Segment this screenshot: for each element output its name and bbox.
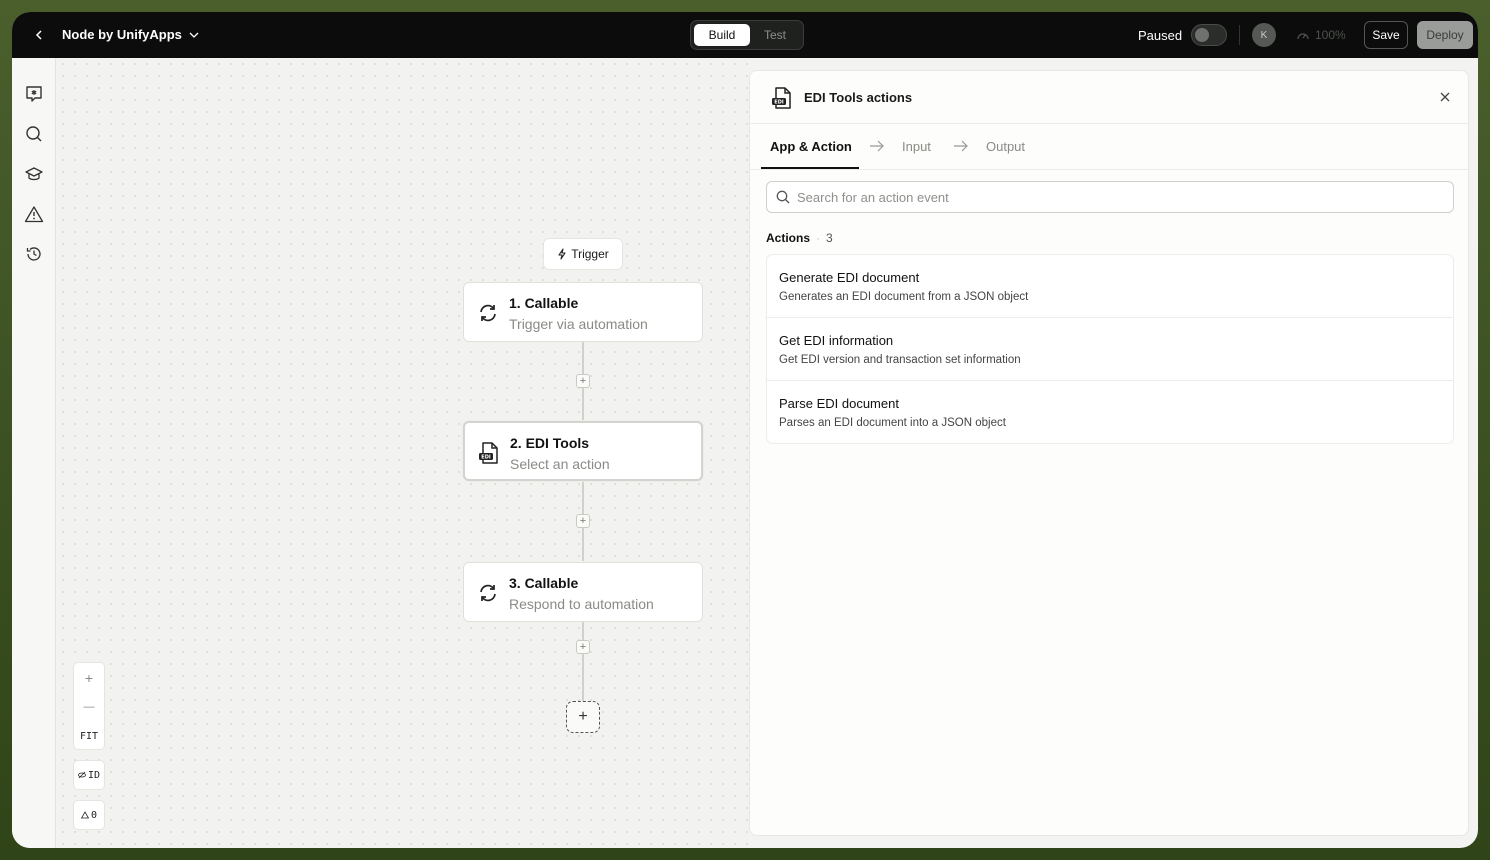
divider xyxy=(1239,25,1240,45)
add-step-button[interactable]: + xyxy=(576,374,590,388)
actions-label: Actions xyxy=(766,231,811,245)
separator-dot: · xyxy=(816,231,821,245)
search-button[interactable] xyxy=(23,123,45,145)
back-button[interactable] xyxy=(28,24,50,46)
deploy-button[interactable]: Deploy xyxy=(1417,21,1473,49)
zoom-out-button[interactable]: — xyxy=(74,693,104,721)
actions-header: Actions · 3 xyxy=(766,231,833,245)
status-label: Paused xyxy=(1138,28,1183,43)
svg-text:EDI: EDI xyxy=(774,100,784,106)
app-window: Node by UnifyApps Build Test Paused K 10… xyxy=(12,12,1478,848)
fit-view-button[interactable]: FIT xyxy=(74,722,104,750)
action-description: Generates an EDI document from a JSON ob… xyxy=(779,291,1029,303)
alert-triangle-icon xyxy=(24,206,44,223)
workflow-node-callable-trigger[interactable]: 1. Callable Trigger via automation xyxy=(463,282,703,342)
panel-title: EDI Tools actions xyxy=(804,90,913,105)
node-subtitle: Respond to automation xyxy=(509,596,654,612)
panel-tabs: App & Action Input Output xyxy=(750,124,1468,170)
action-item-generate-edi[interactable]: Generate EDI document Generates an EDI d… xyxy=(767,255,1453,318)
gauge-icon xyxy=(1297,33,1309,40)
top-bar: Node by UnifyApps Build Test Paused K 10… xyxy=(12,12,1478,58)
close-panel-button[interactable] xyxy=(1436,88,1454,106)
ai-assistant-button[interactable] xyxy=(23,83,45,105)
edi-document-icon: EDI xyxy=(477,441,501,465)
zoom-level: 100% xyxy=(1315,28,1346,42)
workflow-canvas[interactable]: Trigger + + + 1. Callable Trigger via au… xyxy=(57,58,749,848)
mode-switch: Build Test xyxy=(690,20,804,50)
left-rail xyxy=(12,58,56,848)
app-name: Node by UnifyApps xyxy=(62,27,182,42)
sync-icon xyxy=(476,301,500,325)
build-mode-button[interactable]: Build xyxy=(694,24,750,46)
save-button[interactable]: Save xyxy=(1364,21,1408,49)
learn-button[interactable] xyxy=(23,163,45,185)
svg-text:EDI: EDI xyxy=(481,455,491,461)
search-icon xyxy=(776,190,790,204)
arrow-right-icon xyxy=(870,140,884,152)
alert-triangle-icon xyxy=(80,811,89,819)
trigger-button[interactable]: Trigger xyxy=(543,238,623,270)
node-title: 2. EDI Tools xyxy=(510,435,590,451)
action-item-get-edi-info[interactable]: Get EDI information Get EDI version and … xyxy=(767,318,1453,381)
add-step-button[interactable]: + xyxy=(576,514,590,528)
node-title: 3. Callable xyxy=(509,575,579,591)
panel-header: EDI EDI Tools actions xyxy=(750,71,1468,124)
history-icon xyxy=(26,247,41,261)
app-name-dropdown[interactable]: Node by UnifyApps xyxy=(62,27,200,42)
toggle-knob xyxy=(1195,28,1209,42)
trigger-label: Trigger xyxy=(571,247,609,261)
eye-off-icon xyxy=(78,771,86,779)
actions-count: 3 xyxy=(826,231,833,245)
avatar[interactable]: K xyxy=(1252,23,1276,47)
chevron-left-icon xyxy=(35,30,42,40)
node-title: 1. Callable xyxy=(509,295,579,311)
close-icon xyxy=(1440,92,1450,102)
active-tab-indicator xyxy=(761,167,859,169)
connector-line xyxy=(582,621,584,701)
test-mode-button[interactable]: Test xyxy=(750,24,800,46)
action-panel: EDI EDI Tools actions App & Action Input… xyxy=(749,70,1469,836)
zoom-in-button[interactable]: + xyxy=(74,664,104,692)
action-title: Get EDI information xyxy=(779,333,894,348)
warnings-button[interactable] xyxy=(23,203,45,225)
action-title: Generate EDI document xyxy=(779,270,920,285)
lightning-icon xyxy=(558,248,566,260)
graduation-cap-icon xyxy=(25,167,43,181)
search-input[interactable] xyxy=(797,186,1437,208)
arrow-right-icon xyxy=(954,140,968,152)
action-item-parse-edi[interactable]: Parse EDI document Parses an EDI documen… xyxy=(767,381,1453,443)
warnings-count: 0 xyxy=(90,809,98,821)
warnings-count-button[interactable]: 0 xyxy=(73,800,105,830)
action-search xyxy=(766,181,1454,213)
chevron-down-icon xyxy=(189,32,199,38)
search-icon xyxy=(26,126,42,142)
add-step-button[interactable]: + xyxy=(576,640,590,654)
action-description: Get EDI version and transaction set info… xyxy=(779,354,1021,366)
history-button[interactable] xyxy=(23,243,45,265)
ai-assistant-icon xyxy=(26,86,42,102)
action-description: Parses an EDI document into a JSON objec… xyxy=(779,417,1006,429)
toggle-id-button[interactable]: ID xyxy=(73,760,105,790)
zoom-controls: + — FIT xyxy=(73,662,105,750)
id-label: ID xyxy=(87,769,101,781)
node-subtitle: Trigger via automation xyxy=(509,316,648,332)
tab-input[interactable]: Input xyxy=(902,139,931,154)
pause-toggle[interactable] xyxy=(1191,24,1227,46)
add-final-step-button[interactable]: + xyxy=(566,701,600,733)
node-subtitle: Select an action xyxy=(510,456,610,472)
workflow-node-callable-respond[interactable]: 3. Callable Respond to automation xyxy=(463,562,703,622)
workflow-node-edi-tools[interactable]: EDI 2. EDI Tools Select an action xyxy=(463,421,703,481)
tab-output[interactable]: Output xyxy=(986,139,1025,154)
action-title: Parse EDI document xyxy=(779,396,899,411)
sync-icon xyxy=(476,581,500,605)
edi-document-icon: EDI xyxy=(770,86,794,110)
tab-app-action[interactable]: App & Action xyxy=(770,139,852,154)
action-list: Generate EDI document Generates an EDI d… xyxy=(766,254,1454,444)
zoom-readout: 100% xyxy=(1296,28,1346,42)
